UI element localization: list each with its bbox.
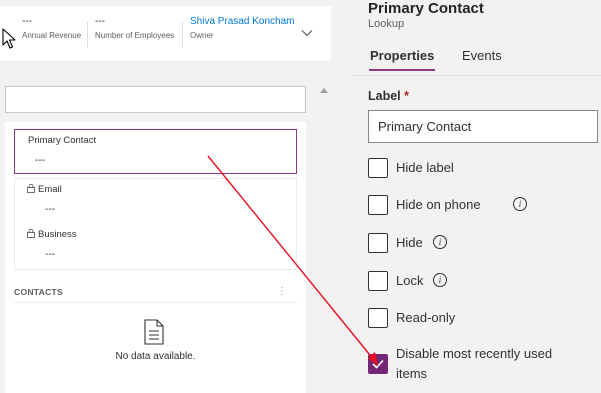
hide-on-phone-checkbox[interactable] bbox=[368, 195, 388, 215]
annual-revenue-value: --- bbox=[22, 16, 32, 27]
lock-text: Lock bbox=[396, 273, 424, 288]
primary-contact-value: --- bbox=[35, 155, 45, 166]
employees-label: Number of Employees bbox=[95, 31, 175, 40]
pane-title: Primary Contact bbox=[368, 0, 484, 17]
employees-field: --- Number of Employees bbox=[95, 16, 174, 40]
email-value: --- bbox=[45, 204, 55, 215]
pane-subtitle: Lookup bbox=[368, 18, 405, 30]
hide-label-text: Hide label bbox=[396, 160, 454, 175]
annual-revenue-field: --- Annual Revenue bbox=[22, 16, 81, 40]
more-options-icon[interactable]: ⋮ bbox=[277, 286, 287, 297]
disable-mru-text-line2: items bbox=[396, 366, 428, 381]
primary-contact-field[interactable]: Primary Contact --- bbox=[14, 129, 297, 174]
read-only-checkbox[interactable] bbox=[368, 308, 388, 328]
owner-link[interactable]: Shiva Prasad Koncham bbox=[190, 16, 295, 27]
label-input[interactable] bbox=[368, 110, 598, 143]
form-canvas: --- Annual Revenue --- Number of Employe… bbox=[0, 0, 334, 393]
checkmark-icon bbox=[372, 359, 384, 369]
owner-field[interactable]: Shiva Prasad Koncham Owner bbox=[190, 16, 295, 40]
document-icon bbox=[144, 319, 164, 345]
read-only-text: Read-only bbox=[396, 310, 456, 325]
tab-events[interactable]: Events bbox=[462, 48, 502, 63]
disable-mru-checkbox[interactable] bbox=[368, 354, 388, 374]
lock-icon bbox=[27, 229, 35, 238]
required-indicator: * bbox=[404, 89, 410, 103]
quick-view-card: Email --- Business --- bbox=[14, 178, 297, 270]
form-header: --- Annual Revenue --- Number of Employe… bbox=[0, 6, 331, 62]
header-divider bbox=[182, 22, 183, 48]
disable-mru-text: Disable most recently used bbox=[396, 346, 553, 361]
header-divider bbox=[87, 22, 88, 48]
lock-icon bbox=[27, 184, 35, 193]
info-icon[interactable]: i bbox=[513, 197, 527, 211]
hide-checkbox[interactable] bbox=[368, 233, 388, 253]
business-label: Business bbox=[38, 229, 77, 240]
active-tab-indicator bbox=[369, 69, 435, 71]
chevron-down-icon[interactable] bbox=[300, 26, 314, 40]
tab-divider bbox=[352, 75, 601, 76]
label-field-title: Label * bbox=[368, 89, 409, 103]
form-search-field[interactable] bbox=[5, 86, 306, 113]
properties-pane: Primary Contact Lookup Properties Events… bbox=[352, 0, 601, 393]
business-field-label: Business bbox=[27, 229, 77, 240]
form-section: Primary Contact --- Email --- Business -… bbox=[5, 122, 306, 393]
info-icon[interactable]: i bbox=[433, 273, 447, 287]
email-label: Email bbox=[38, 184, 62, 195]
hide-on-phone-text: Hide on phone bbox=[396, 197, 481, 212]
annual-revenue-label: Annual Revenue bbox=[22, 31, 82, 40]
hide-text: Hide bbox=[396, 235, 423, 250]
email-field-label: Email bbox=[27, 184, 62, 195]
employees-value: --- bbox=[95, 16, 105, 27]
mouse-cursor-icon bbox=[2, 28, 16, 49]
empty-state-text: No data available. bbox=[115, 351, 196, 362]
tab-properties[interactable]: Properties bbox=[370, 48, 434, 63]
business-value: --- bbox=[45, 249, 55, 260]
scroll-up-arrow-icon[interactable] bbox=[320, 88, 328, 93]
contacts-subgrid-title: CONTACTS bbox=[14, 287, 63, 297]
info-icon[interactable]: i bbox=[433, 235, 447, 249]
subgrid-divider bbox=[14, 302, 297, 303]
canvas-scrollbar[interactable] bbox=[319, 86, 331, 393]
lock-checkbox[interactable] bbox=[368, 271, 388, 291]
hide-label-checkbox[interactable] bbox=[368, 158, 388, 178]
owner-label: Owner bbox=[190, 31, 214, 40]
primary-contact-label: Primary Contact bbox=[28, 135, 97, 146]
label-title-text: Label bbox=[368, 89, 401, 103]
